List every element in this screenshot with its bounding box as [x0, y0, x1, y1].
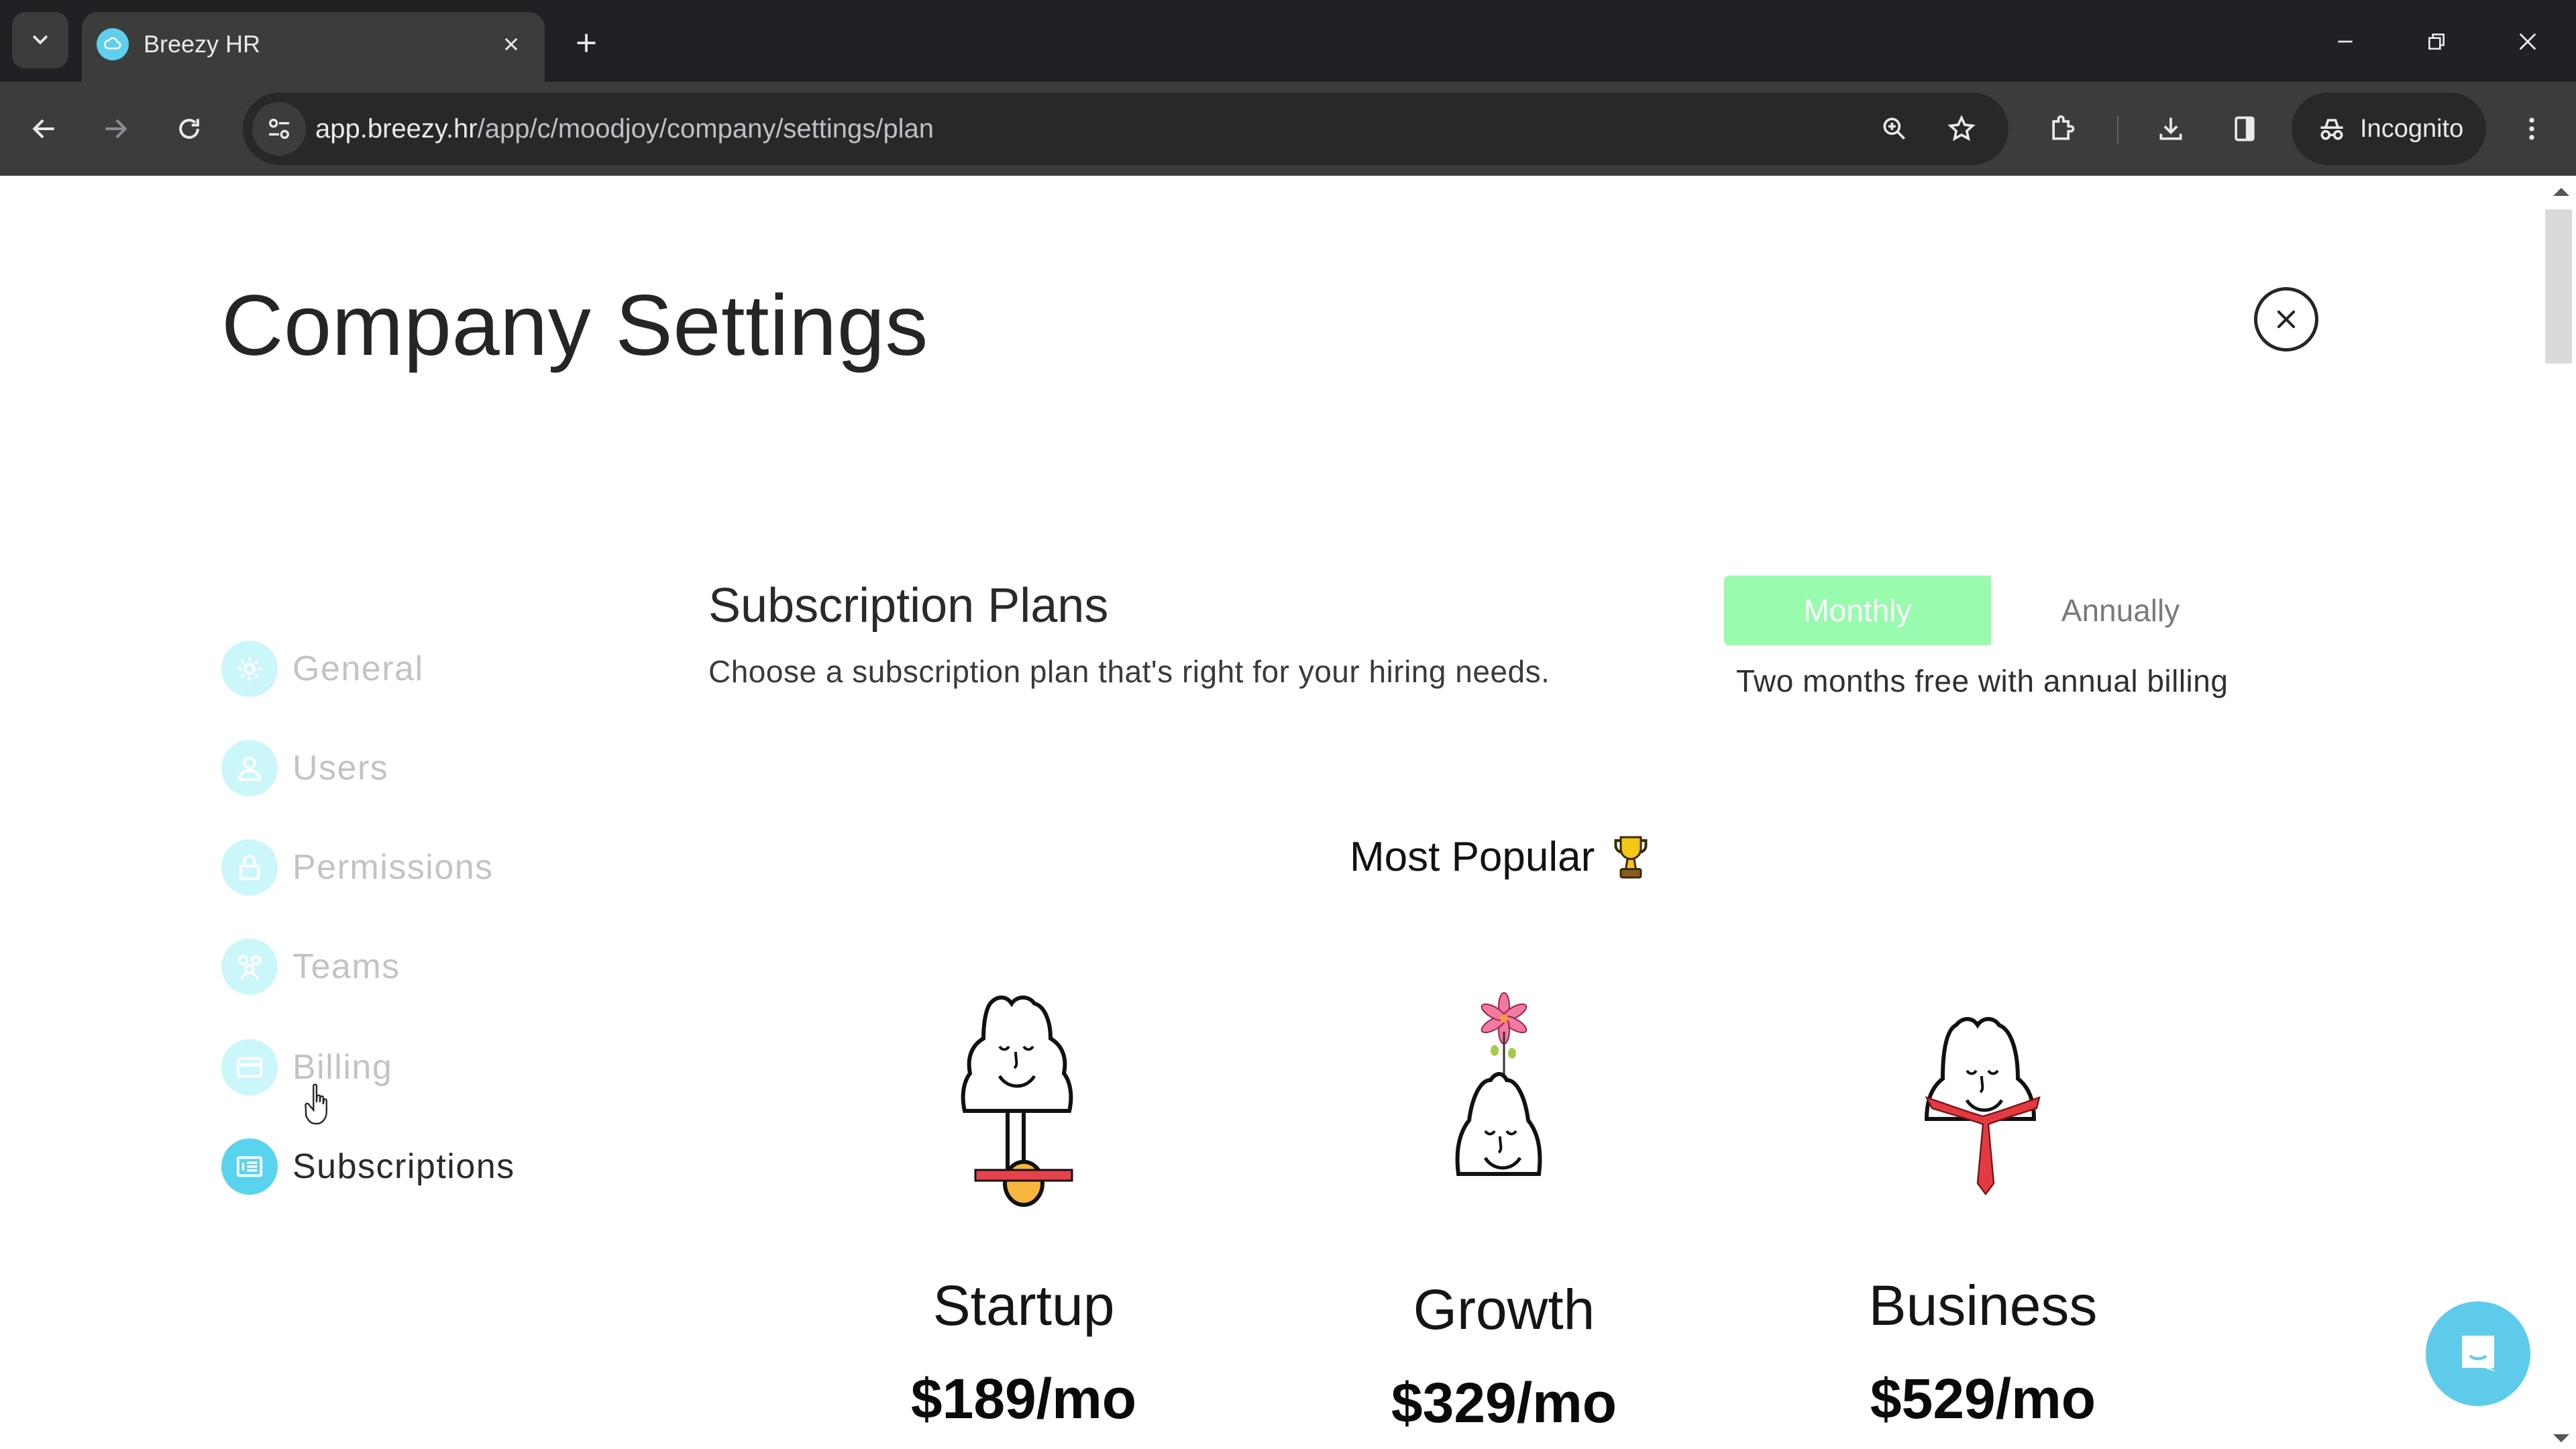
reload-icon: [179, 119, 199, 139]
restore-icon: [2428, 34, 2445, 50]
plan-price: $189/mo: [910, 1367, 1137, 1430]
plan-price: $329/mo: [1391, 1371, 1617, 1434]
incognito-icon: [2313, 110, 2351, 148]
extensions-button[interactable]: [2043, 110, 2081, 148]
sidebar-item-general[interactable]: General: [221, 639, 424, 699]
browser-tabstrip: Breezy HR: [0, 0, 2576, 82]
cloud-flower-illustration: [1316, 991, 1692, 1233]
most-popular-badge: Most Popular: [1350, 833, 1651, 881]
tune-icon: [269, 119, 289, 139]
browser-menu-button[interactable]: [2513, 110, 2551, 148]
bookmark-button[interactable]: [1943, 110, 1980, 148]
user-icon: [221, 740, 278, 796]
gear-icon: [221, 641, 278, 697]
cloud-unicycle-illustration: [836, 987, 1212, 1229]
subscription-plans-description: Choose a subscription plan that's right …: [708, 654, 1550, 689]
close-circle-icon: [2277, 310, 2296, 329]
arrow-left-icon: [32, 119, 54, 139]
toolbar-separator: [2117, 115, 2118, 144]
plan-price: $529/mo: [1870, 1367, 2096, 1430]
side-panel-button[interactable]: [2226, 110, 2263, 148]
site-info-button[interactable]: [252, 102, 306, 156]
company-settings-page: Company Settings General Users Permissio…: [0, 176, 2576, 1449]
sidebar-item-label: Teams: [292, 947, 400, 986]
puzzle-icon: [2052, 115, 2075, 140]
sidebar-item-permissions[interactable]: Permissions: [221, 837, 494, 898]
sidebar-item-users[interactable]: Users: [221, 738, 388, 798]
new-tab-button[interactable]: [568, 24, 605, 62]
scroll-up-arrow-icon[interactable]: [2553, 188, 2569, 196]
hand-cursor-icon: [305, 1083, 327, 1125]
scroll-down-arrow-icon[interactable]: [2553, 1434, 2569, 1442]
sidebar-item-label: Users: [292, 749, 389, 788]
list-icon: [221, 1138, 278, 1195]
subscription-plans-title: Subscription Plans: [708, 579, 1109, 633]
plan-card-business[interactable]: Business $529/mo: [1795, 987, 2171, 1432]
page-title: Company Settings: [221, 278, 928, 374]
minimize-icon: [2338, 40, 2353, 43]
tab-search-button[interactable]: [12, 12, 68, 68]
star-icon: [1947, 115, 1976, 142]
url-host: app.breezy.hr: [315, 114, 478, 144]
url-text[interactable]: app.breezy.hr/app/c/moodjoy/company/sett…: [315, 113, 934, 145]
sidebar-item-label: Billing: [292, 1048, 393, 1087]
side-panel-icon: [2235, 116, 2255, 142]
cloud-necktie-illustration: [1795, 987, 2171, 1229]
close-settings-button[interactable]: [2254, 287, 2318, 352]
arrow-right-icon: [105, 119, 127, 139]
plan-name: Growth: [1413, 1278, 1595, 1341]
page-scrollbar[interactable]: [2545, 176, 2576, 1449]
minimize-button[interactable]: [2324, 20, 2367, 63]
sidebar-item-label: Subscriptions: [292, 1147, 515, 1186]
plan-name: Startup: [932, 1274, 1115, 1337]
sidebar-item-teams[interactable]: Teams: [221, 936, 400, 997]
credit-card-icon: [221, 1039, 278, 1095]
browser-tab-active[interactable]: Breezy HR: [82, 12, 545, 82]
team-icon: [221, 938, 278, 995]
plus-icon: [577, 34, 596, 52]
zoom-in-icon: [1883, 117, 1905, 140]
close-window-button[interactable]: [2506, 20, 2549, 63]
plan-card-startup[interactable]: Startup $189/mo: [836, 987, 1212, 1432]
annual-billing-note: Two months free with annual billing: [1736, 663, 2229, 698]
billing-toggle-monthly[interactable]: Monthly: [1724, 576, 1991, 645]
sidebar-item-label: General: [292, 649, 424, 688]
downloads-button[interactable]: [2152, 110, 2190, 148]
close-icon: [504, 38, 518, 51]
tab-close-button[interactable]: [496, 30, 526, 59]
incognito-indicator[interactable]: Incognito: [2292, 93, 2486, 165]
chat-widget-button[interactable]: [2426, 1301, 2530, 1406]
scrollbar-thumb[interactable]: [2545, 209, 2572, 364]
lock-icon: [221, 839, 278, 896]
address-bar[interactable]: app.breezy.hr/app/c/moodjoy/company/sett…: [243, 93, 2008, 165]
close-icon: [2519, 33, 2536, 50]
reload-button[interactable]: [170, 110, 208, 148]
billing-toggle-annually[interactable]: Annually: [1991, 576, 2250, 645]
trophy-icon: [1614, 836, 1648, 878]
browser-toolbar: app.breezy.hr/app/c/moodjoy/company/sett…: [0, 82, 2576, 176]
most-popular-label: Most Popular: [1350, 834, 1595, 880]
more-vertical-icon: [2529, 117, 2534, 140]
forward-button[interactable]: [97, 110, 134, 148]
incognito-label: Incognito: [2360, 115, 2464, 143]
breezy-cloud-icon: [97, 28, 129, 60]
sidebar-item-label: Permissions: [292, 848, 494, 887]
plan-card-growth[interactable]: Growth $329/mo: [1316, 991, 1692, 1436]
restore-button[interactable]: [2415, 20, 2458, 63]
back-button[interactable]: [25, 110, 63, 148]
download-icon: [2159, 117, 2182, 140]
plan-name: Business: [1868, 1274, 2098, 1337]
tab-title: Breezy HR: [144, 30, 261, 58]
zoom-button[interactable]: [1876, 110, 1913, 148]
chat-icon: [2462, 1336, 2496, 1372]
chevron-down-icon: [33, 36, 48, 45]
sidebar-item-subscriptions[interactable]: Subscriptions: [221, 1136, 515, 1197]
url-path: /app/c/moodjoy/company/settings/plan: [477, 114, 934, 144]
